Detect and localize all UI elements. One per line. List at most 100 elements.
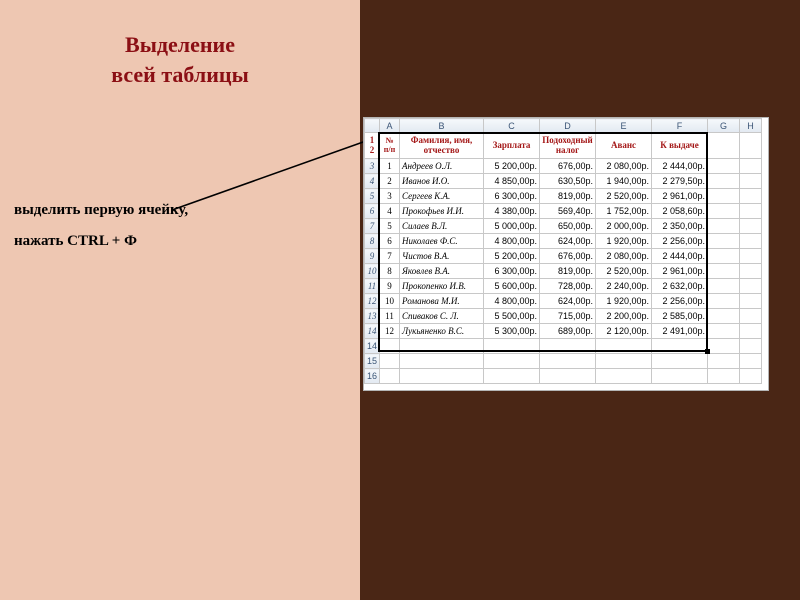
cell-salary[interactable]: 4 850,00р. xyxy=(484,174,540,189)
col-header-h[interactable]: H xyxy=(740,119,762,133)
cell[interactable] xyxy=(380,339,400,354)
cell[interactable] xyxy=(708,174,740,189)
cell-name[interactable]: Силаев В.Л. xyxy=(400,219,484,234)
cell[interactable] xyxy=(740,249,762,264)
cell-advance[interactable]: 2 000,00р. xyxy=(596,219,652,234)
cell[interactable] xyxy=(740,133,762,159)
cell-num[interactable]: 8 xyxy=(380,264,400,279)
cell[interactable] xyxy=(740,279,762,294)
cell-tax[interactable]: 630,50р. xyxy=(540,174,596,189)
cell-advance[interactable]: 2 520,00р. xyxy=(596,264,652,279)
cell-num[interactable]: 12 xyxy=(380,324,400,339)
cell-name[interactable]: Прокопенко И.В. xyxy=(400,279,484,294)
hdr-payout[interactable]: К выдаче xyxy=(652,133,708,159)
cell[interactable] xyxy=(400,339,484,354)
cell-payout[interactable]: 2 961,00р. xyxy=(652,264,708,279)
cell-tax[interactable]: 715,00р. xyxy=(540,309,596,324)
cell-salary[interactable]: 5 000,00р. xyxy=(484,219,540,234)
cell-num[interactable]: 6 xyxy=(380,234,400,249)
cell[interactable] xyxy=(740,339,762,354)
cell[interactable] xyxy=(708,249,740,264)
cell-name[interactable]: Прокофьев И.И. xyxy=(400,204,484,219)
cell-payout[interactable]: 2 961,00р. xyxy=(652,189,708,204)
cell-num[interactable]: 2 xyxy=(380,174,400,189)
row-header[interactable]: 7 xyxy=(365,219,380,234)
row-header[interactable]: 5 xyxy=(365,189,380,204)
cell[interactable] xyxy=(484,369,540,384)
cell-salary[interactable]: 5 500,00р. xyxy=(484,309,540,324)
cell-tax[interactable]: 676,00р. xyxy=(540,249,596,264)
cell[interactable] xyxy=(652,354,708,369)
cell-advance[interactable]: 2 200,00р. xyxy=(596,309,652,324)
cell-payout[interactable]: 2 444,00р. xyxy=(652,249,708,264)
col-header-b[interactable]: B xyxy=(400,119,484,133)
cell-tax[interactable]: 689,00р. xyxy=(540,324,596,339)
cell[interactable] xyxy=(740,309,762,324)
cell[interactable] xyxy=(740,204,762,219)
cell-name[interactable]: Иванов И.О. xyxy=(400,174,484,189)
cell-advance[interactable]: 2 080,00р. xyxy=(596,249,652,264)
cell-salary[interactable]: 4 800,00р. xyxy=(484,234,540,249)
cell[interactable] xyxy=(708,324,740,339)
cell-name[interactable]: Николаев Ф.С. xyxy=(400,234,484,249)
cell-salary[interactable]: 6 300,00р. xyxy=(484,264,540,279)
cell[interactable] xyxy=(740,369,762,384)
cell-advance[interactable]: 2 120,00р. xyxy=(596,324,652,339)
row-header[interactable]: 13 xyxy=(365,309,380,324)
cell-tax[interactable]: 624,00р. xyxy=(540,294,596,309)
cell[interactable] xyxy=(740,264,762,279)
cell[interactable] xyxy=(484,354,540,369)
cell[interactable] xyxy=(596,354,652,369)
cell[interactable] xyxy=(740,234,762,249)
cell[interactable] xyxy=(708,339,740,354)
hdr-tax[interactable]: Подоходный налог xyxy=(540,133,596,159)
cell[interactable] xyxy=(740,294,762,309)
cell-payout[interactable]: 2 632,00р. xyxy=(652,279,708,294)
row-header[interactable]: 4 xyxy=(365,174,380,189)
hdr-number[interactable]: № п/п xyxy=(380,133,400,159)
cell-name[interactable]: Чистов В.А. xyxy=(400,249,484,264)
cell[interactable] xyxy=(708,279,740,294)
cell[interactable] xyxy=(740,324,762,339)
col-header-e[interactable]: E xyxy=(596,119,652,133)
cell-name[interactable]: Спиваков С. Л. xyxy=(400,309,484,324)
cell-payout[interactable]: 2 585,00р. xyxy=(652,309,708,324)
cell-num[interactable]: 9 xyxy=(380,279,400,294)
cell[interactable] xyxy=(740,354,762,369)
row-header[interactable]: 8 xyxy=(365,234,380,249)
cell[interactable] xyxy=(540,369,596,384)
cell-advance[interactable]: 1 920,00р. xyxy=(596,294,652,309)
col-header-g[interactable]: G xyxy=(708,119,740,133)
cell[interactable] xyxy=(740,174,762,189)
col-header-a[interactable]: A xyxy=(380,119,400,133)
cell-salary[interactable]: 5 600,00р. xyxy=(484,279,540,294)
cell-tax[interactable]: 676,00р. xyxy=(540,159,596,174)
cell[interactable] xyxy=(708,159,740,174)
cell-num[interactable]: 5 xyxy=(380,219,400,234)
cell-salary[interactable]: 6 300,00р. xyxy=(484,189,540,204)
cell-name[interactable]: Сергеев К.А. xyxy=(400,189,484,204)
col-header-d[interactable]: D xyxy=(540,119,596,133)
cell[interactable] xyxy=(400,369,484,384)
cell[interactable] xyxy=(708,219,740,234)
cell-tax[interactable]: 650,00р. xyxy=(540,219,596,234)
cell[interactable] xyxy=(380,354,400,369)
cell-num[interactable]: 3 xyxy=(380,189,400,204)
hdr-advance[interactable]: Аванс xyxy=(596,133,652,159)
cell[interactable] xyxy=(400,354,484,369)
row-header[interactable]: 14 xyxy=(365,324,380,339)
cell[interactable] xyxy=(596,339,652,354)
cell-name[interactable]: Яковлев В.А. xyxy=(400,264,484,279)
cell-advance[interactable]: 1 940,00р. xyxy=(596,174,652,189)
cell[interactable] xyxy=(740,159,762,174)
col-header-c[interactable]: C xyxy=(484,119,540,133)
row-header[interactable]: 12 xyxy=(365,294,380,309)
cell-advance[interactable]: 2 520,00р. xyxy=(596,189,652,204)
cell-tax[interactable]: 819,00р. xyxy=(540,264,596,279)
row-header[interactable]: 14 xyxy=(365,339,380,354)
cell-payout[interactable]: 2 491,00р. xyxy=(652,324,708,339)
cell[interactable] xyxy=(652,369,708,384)
row-header[interactable]: 16 xyxy=(365,369,380,384)
cell-num[interactable]: 11 xyxy=(380,309,400,324)
cell-payout[interactable]: 2 256,00р. xyxy=(652,234,708,249)
